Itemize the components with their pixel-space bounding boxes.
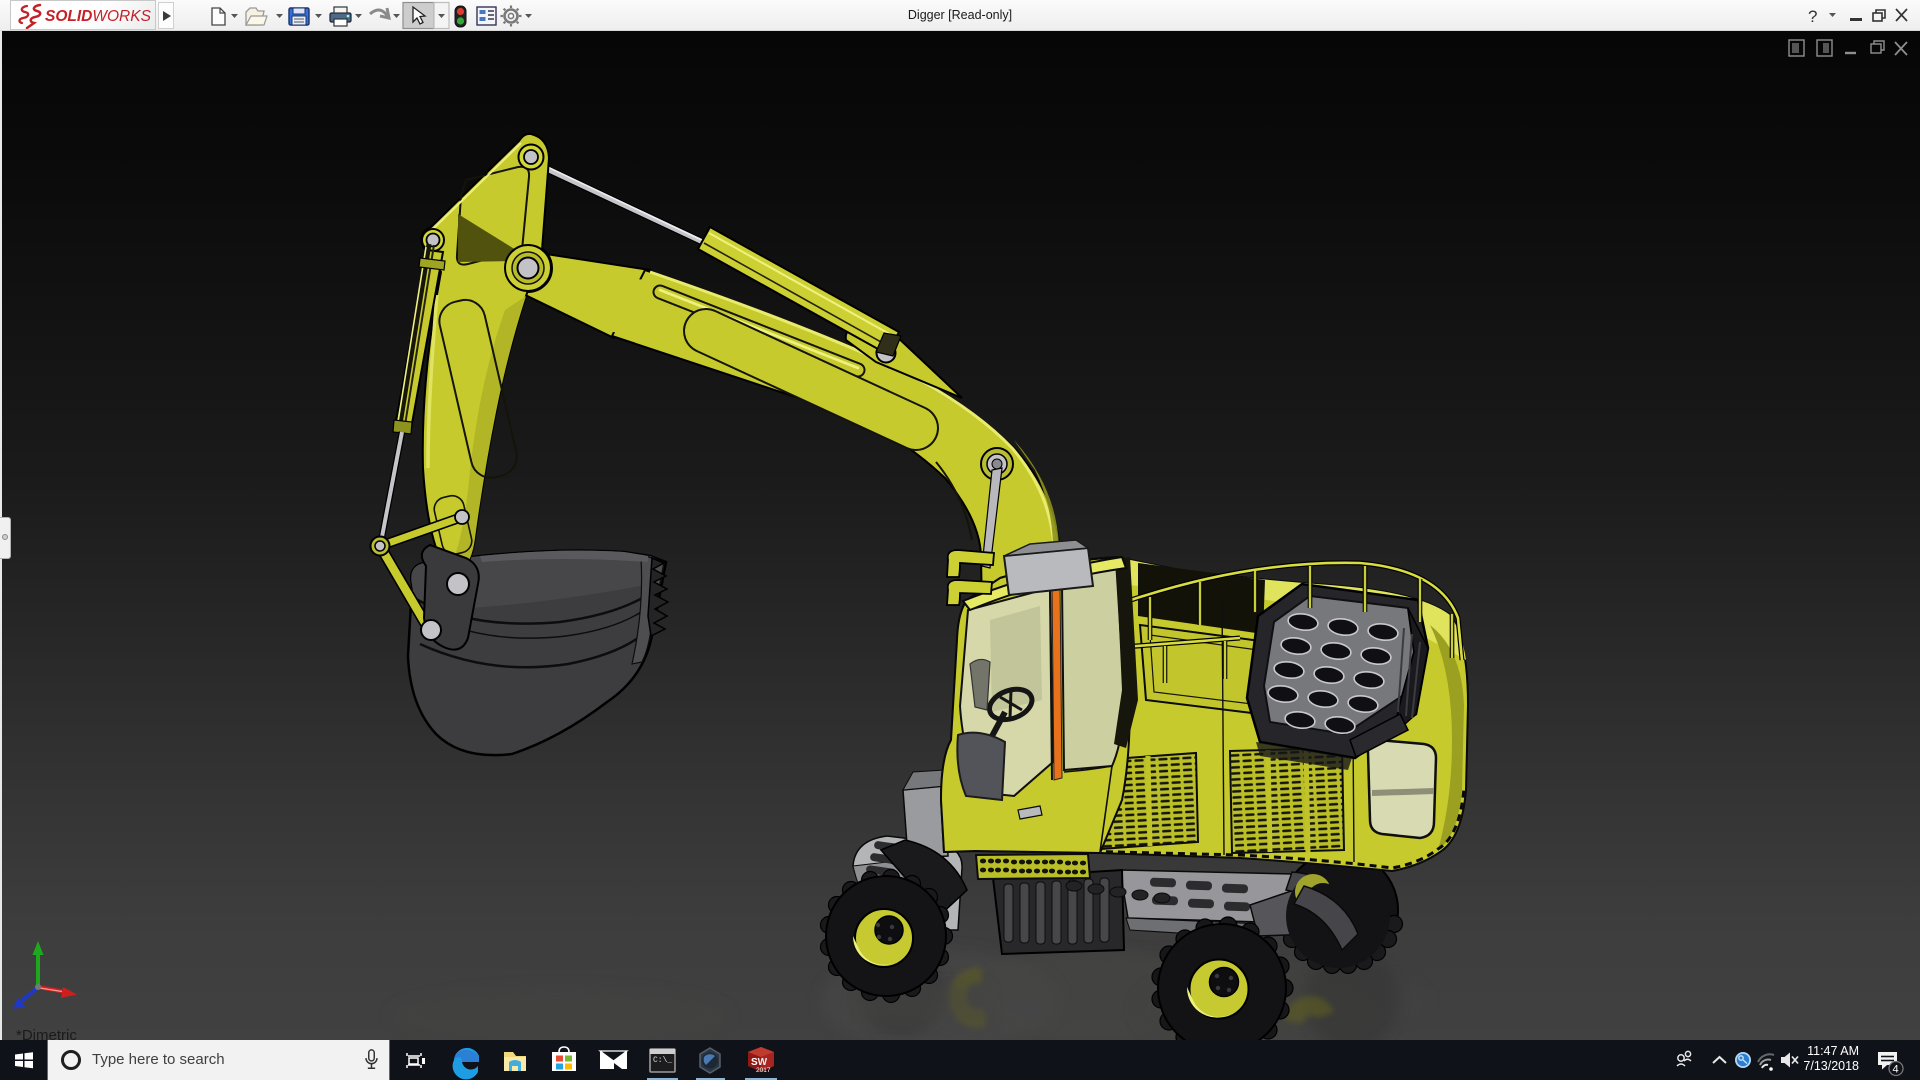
svg-text:*Dimetric: *Dimetric [16, 1027, 77, 1040]
svg-text:C:\_: C:\_ [653, 1056, 672, 1065]
svg-text:?: ? [1808, 7, 1817, 26]
svg-text:4: 4 [1893, 1064, 1899, 1076]
svg-text:2017: 2017 [756, 1067, 771, 1074]
